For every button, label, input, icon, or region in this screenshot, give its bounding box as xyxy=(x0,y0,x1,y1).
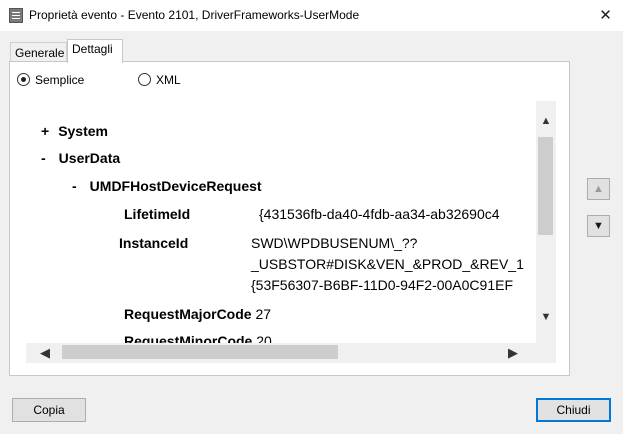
tab-generale[interactable]: Generale xyxy=(10,42,67,63)
scroll-down-icon[interactable]: ▼ xyxy=(536,311,556,323)
field-value: {431536fb-da40-4fdb-aa34-ab32690c4 xyxy=(259,206,500,222)
copy-button[interactable]: Copia xyxy=(12,398,86,422)
field-row: RequestMajorCode 27 xyxy=(124,306,271,322)
tab-dettagli[interactable]: Dettagli xyxy=(67,39,123,63)
scroll-left-icon[interactable]: ◀ xyxy=(40,345,50,361)
vertical-scrollbar[interactable]: ▲ ▼ xyxy=(536,101,556,343)
tree-node-request[interactable]: - UMDFHostDeviceRequest xyxy=(72,178,262,194)
event-details-view[interactable]: + System - UserData - UMDFHostDeviceRequest… xyxy=(26,101,556,363)
radio-xml-label: XML xyxy=(156,73,181,87)
horizontal-scrollbar[interactable]: ◀ ▶ xyxy=(26,343,536,363)
close-button[interactable]: Chiudi xyxy=(536,398,611,422)
radio-semplice-label: Semplice xyxy=(35,73,85,87)
field-value: 20 xyxy=(256,333,272,343)
radio-unchecked-icon xyxy=(138,73,151,86)
tree-node-system[interactable]: + System xyxy=(41,123,108,139)
scroll-up-icon[interactable]: ▲ xyxy=(536,115,556,127)
tree-node-userdata[interactable]: - UserData xyxy=(41,150,120,166)
radio-checked-icon xyxy=(17,73,30,86)
tree-node-label: UserData xyxy=(58,150,121,166)
collapse-toggle[interactable]: - xyxy=(41,150,46,166)
arrow-up-icon: ▲ xyxy=(593,183,604,195)
scrollbar-corner xyxy=(536,343,556,363)
vertical-scroll-thumb[interactable] xyxy=(538,137,553,235)
event-viewer-icon xyxy=(9,8,23,23)
scroll-right-icon[interactable]: ▶ xyxy=(508,345,518,361)
arrow-down-icon: ▼ xyxy=(593,220,604,232)
field-value-line: _USBSTOR#DISK&VEN_&PROD_&REV_1 xyxy=(251,256,524,272)
tree-node-label: UMDFHostDeviceRequest xyxy=(89,178,262,194)
expand-toggle[interactable]: + xyxy=(41,123,49,139)
details-tree: + System - UserData - UMDFHostDeviceRequest… xyxy=(26,101,536,343)
field-row: RequestMinorCode 20 xyxy=(124,333,272,343)
horizontal-scroll-thumb[interactable] xyxy=(62,345,338,359)
collapse-toggle[interactable]: - xyxy=(72,178,77,194)
field-label: RequestMajorCode xyxy=(124,306,252,322)
field-value-line: {53F56307-B6BF-11D0-94F2-00A0C91EF xyxy=(251,277,514,293)
field-label: LifetimeId xyxy=(124,206,191,222)
next-event-button[interactable]: ▼ xyxy=(587,215,610,237)
close-icon[interactable]: ✕ xyxy=(588,0,623,31)
window-title: Proprietà evento - Evento 2101, DriverFr… xyxy=(29,8,360,22)
radio-semplice[interactable]: Semplice xyxy=(17,73,84,87)
title-bar: Proprietà evento - Evento 2101, DriverFr… xyxy=(0,0,623,31)
field-label: InstanceId xyxy=(119,235,189,251)
previous-event-button[interactable]: ▲ xyxy=(587,178,610,200)
tree-node-label: System xyxy=(58,123,108,139)
radio-xml[interactable]: XML xyxy=(138,73,181,87)
field-value: 27 xyxy=(255,306,272,322)
field-label: RequestMinorCode xyxy=(124,333,253,343)
field-value-line: SWD\WPDBUSENUM\_?? xyxy=(251,235,418,251)
